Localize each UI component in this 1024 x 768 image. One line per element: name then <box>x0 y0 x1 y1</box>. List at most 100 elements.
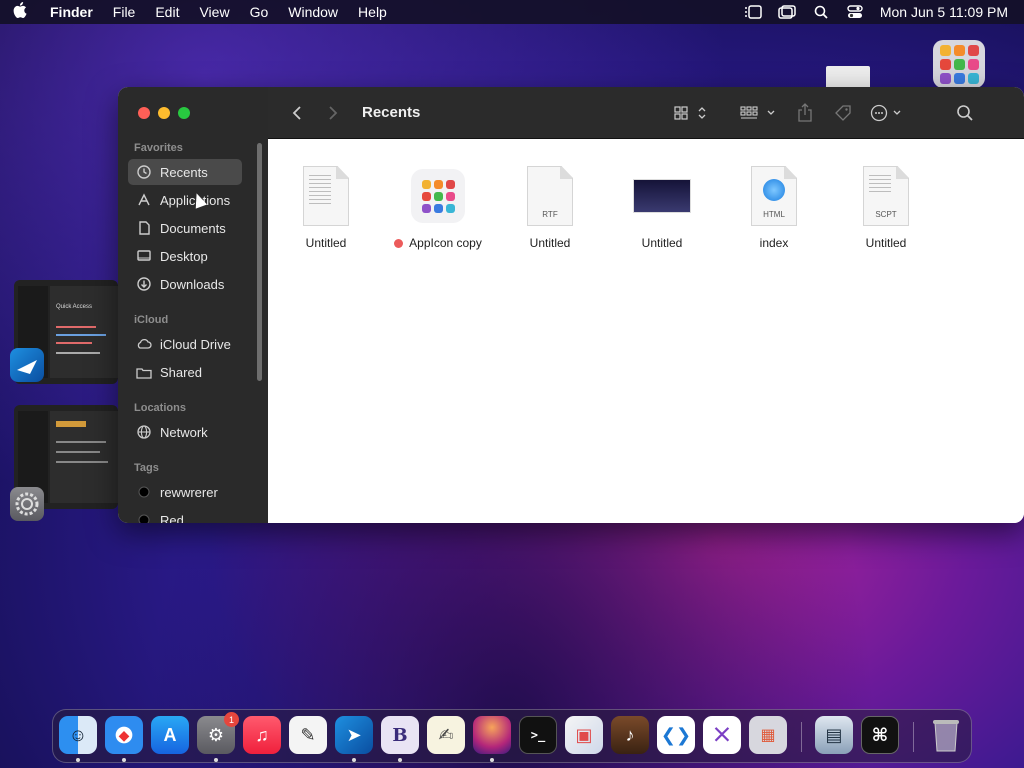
finder-window: Favorites Recents Applications Documents… <box>118 87 1024 523</box>
preview-app-icon[interactable]: ▤ <box>815 716 853 754</box>
file-name: index <box>759 236 789 250</box>
image-thumbnail-icon <box>632 164 692 228</box>
file-item[interactable]: Untitled <box>606 164 718 250</box>
stage-manager-icon[interactable] <box>736 0 770 24</box>
actions-menu-button[interactable] <box>868 98 912 128</box>
terminal-icon[interactable]: >_ <box>519 716 557 754</box>
sidebar-item-label: Desktop <box>160 248 208 264</box>
sidebar-scrollbar[interactable] <box>257 143 262 381</box>
menu-file[interactable]: File <box>103 4 146 20</box>
stage-app-swift-icon[interactable] <box>10 348 44 382</box>
macos-installer-icon[interactable] <box>473 716 511 754</box>
notification-badge: 1 <box>224 712 239 727</box>
tags-header: Tags <box>134 462 159 474</box>
stage-app-settings-icon[interactable] <box>10 487 44 521</box>
chevron-right-icon <box>329 105 338 120</box>
applications-icon <box>136 192 152 208</box>
sidebar-item-label: iCloud Drive <box>160 336 231 352</box>
search-button[interactable] <box>950 98 980 128</box>
file-name: Untitled <box>305 236 347 250</box>
download-icon <box>136 276 152 292</box>
red-tag-icon <box>394 238 404 248</box>
close-button[interactable] <box>138 107 150 119</box>
menu-edit[interactable]: Edit <box>145 4 189 20</box>
view-mode-button[interactable] <box>670 98 714 128</box>
file-type-label: HTML <box>763 210 785 219</box>
menu-view[interactable]: View <box>189 4 239 20</box>
apple-menu-icon[interactable] <box>0 2 40 22</box>
safari-icon[interactable]: ◆ <box>105 716 143 754</box>
file-name: Untitled <box>865 236 907 250</box>
sidebar-item-applications[interactable]: Applications <box>128 187 242 213</box>
script-editor-icon[interactable]: ✎ <box>289 716 327 754</box>
music-icon[interactable]: ♫ <box>243 716 281 754</box>
garageband-icon[interactable]: ♪ <box>611 716 649 754</box>
menu-window[interactable]: Window <box>278 4 348 20</box>
file-name: AppIcon copy <box>409 236 482 250</box>
file-item[interactable]: Untitled <box>270 164 382 250</box>
app-icon-icon <box>408 164 468 228</box>
sidebar-item-label: Documents <box>160 220 226 236</box>
document-icon <box>136 220 152 236</box>
minimize-button[interactable] <box>158 107 170 119</box>
image-viewer-icon[interactable]: ▣ <box>565 716 603 754</box>
sidebar-item-label: Network <box>160 424 208 440</box>
sidebar-item-recents[interactable]: Recents <box>128 159 242 185</box>
back-button[interactable] <box>282 98 312 128</box>
shortcut-app-icon[interactable]: ⌘ <box>861 716 899 754</box>
launchpad-icon[interactable]: ▦ <box>749 716 787 754</box>
share-button[interactable] <box>790 98 820 128</box>
sidebar-item-network[interactable]: Network <box>128 419 242 445</box>
sidebar-item-label: Recents <box>160 164 208 180</box>
sidebar-item-label: Red <box>160 512 184 524</box>
sidebar-item-icloud-drive[interactable]: iCloud Drive <box>128 331 242 357</box>
cloud-icon <box>136 336 152 352</box>
zoom-button[interactable] <box>178 107 190 119</box>
bbedit-icon[interactable]: B <box>381 716 419 754</box>
finder-toolbar: Recents <box>268 87 1024 139</box>
forward-button[interactable] <box>318 98 348 128</box>
tags-button[interactable] <box>828 98 858 128</box>
sidebar-item-desktop[interactable]: Desktop <box>128 243 242 269</box>
swift-playgrounds-icon[interactable]: ➤ <box>335 716 373 754</box>
file-item[interactable]: AppIcon copy <box>382 164 494 250</box>
tag-icon <box>835 104 852 121</box>
tag-dot-icon <box>136 484 152 500</box>
file-item[interactable]: HTML index <box>718 164 830 250</box>
spotlight-search-icon[interactable] <box>804 0 838 24</box>
sidebar-item-shared[interactable]: Shared <box>128 359 242 385</box>
file-item[interactable]: RTF Untitled <box>494 164 606 250</box>
sidebar-tag-red[interactable]: Red <box>128 507 242 523</box>
file-item[interactable]: SCPT Untitled <box>830 164 942 250</box>
menu-go[interactable]: Go <box>240 4 279 20</box>
screen-mirroring-icon[interactable] <box>770 0 804 24</box>
stage-thumb-title: Quick Access <box>56 304 93 310</box>
file-grid: Untitled AppIcon copy RTF Untitled Untit… <box>268 140 1024 523</box>
app-store-icon[interactable]: A <box>151 716 189 754</box>
sidebar-item-label: Shared <box>160 364 202 380</box>
control-center-icon[interactable] <box>838 0 872 24</box>
vscode-icon[interactable]: ❮❯ <box>657 716 695 754</box>
menu-bar: Finder File Edit View Go Window Help Mon… <box>0 0 1024 24</box>
file-name: Untitled <box>529 236 571 250</box>
window-controls <box>138 107 190 119</box>
sidebar-tag-rewwrerer[interactable]: rewwrerer <box>128 479 242 505</box>
menu-help[interactable]: Help <box>348 4 397 20</box>
visual-studio-icon[interactable]: ⨉ <box>703 716 741 754</box>
group-icon <box>740 105 775 119</box>
launchpad-desktop-icon[interactable] <box>933 40 985 88</box>
group-by-button[interactable] <box>738 98 782 128</box>
grid-view-icon <box>674 105 706 120</box>
trash-icon[interactable] <box>927 716 965 754</box>
menu-app-name[interactable]: Finder <box>40 4 103 20</box>
menu-clock[interactable]: Mon Jun 5 11:09 PM <box>872 4 1008 20</box>
shared-folder-icon <box>136 364 152 380</box>
textedit-icon[interactable]: ✍ <box>427 716 465 754</box>
globe-icon <box>136 424 152 440</box>
locations-header: Locations <box>134 402 186 414</box>
sidebar-item-downloads[interactable]: Downloads <box>128 271 242 297</box>
finder-icon[interactable]: ☺ <box>59 716 97 754</box>
system-settings-icon[interactable]: ⚙ 1 <box>197 712 239 754</box>
desktop-icon <box>136 248 152 264</box>
sidebar-item-documents[interactable]: Documents <box>128 215 242 241</box>
